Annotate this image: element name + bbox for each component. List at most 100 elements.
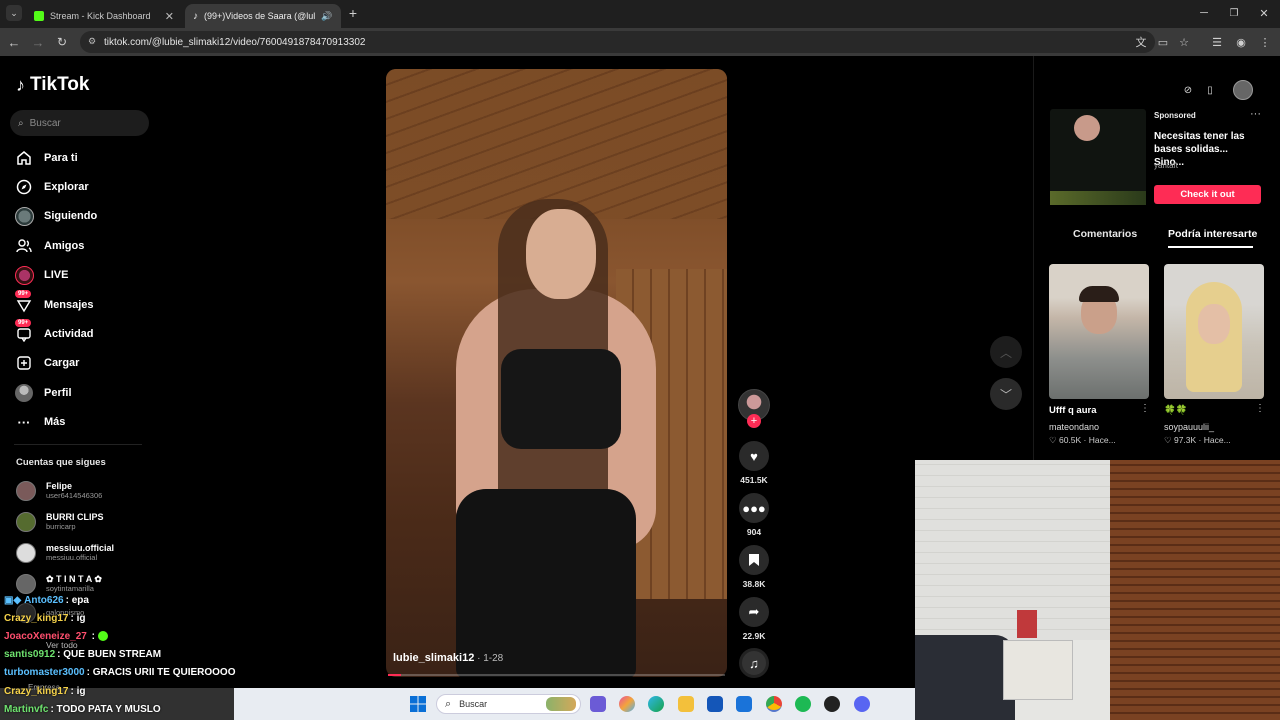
- device-icon[interactable]: ▯: [1200, 80, 1220, 100]
- nav-actividad[interactable]: 99+ Actividad: [14, 319, 94, 345]
- search-highlight-icon: [546, 697, 576, 711]
- account-name: messiuu.official: [46, 543, 115, 553]
- bookmark-star-icon[interactable]: ☆: [1176, 34, 1192, 50]
- video-progress-bar[interactable]: [388, 674, 725, 676]
- suggested-video-stats: ♡ 60.5K · Hace...: [1049, 435, 1116, 445]
- webcam-brick-wall: [915, 460, 1110, 640]
- previous-video-chevron-up-icon[interactable]: ︿: [990, 336, 1022, 368]
- like-action[interactable]: ♥ 451.5K: [738, 441, 770, 485]
- chrome-icon[interactable]: [766, 696, 782, 712]
- following-account[interactable]: ✿ T I N T A ✿ soytintamarilla: [16, 571, 102, 597]
- browser-tab-bar: ⌄ Stream - Kick Dashboard ✕ ♪ (99+)Video…: [0, 0, 1280, 28]
- suggested-video-user[interactable]: soypauuulii_: [1164, 422, 1214, 432]
- video-player[interactable]: [386, 69, 727, 677]
- compass-icon[interactable]: ⊘: [1178, 80, 1198, 100]
- webcam-picture-frame: [1017, 610, 1037, 638]
- profile-icon[interactable]: ◉: [1233, 34, 1249, 50]
- bookmark-icon[interactable]: [739, 545, 769, 575]
- search-input[interactable]: [29, 117, 130, 129]
- back-icon[interactable]: ←: [6, 34, 22, 50]
- minimize-window-icon[interactable]: ─: [1196, 5, 1212, 21]
- outlook-icon[interactable]: [736, 696, 752, 712]
- teams-icon[interactable]: [590, 696, 606, 712]
- comment-action[interactable]: ●●● 904: [738, 493, 770, 537]
- tab-kick-dashboard[interactable]: Stream - Kick Dashboard ✕: [26, 4, 182, 28]
- chat-username: santis0912: [4, 649, 56, 660]
- close-window-icon[interactable]: ✕: [1256, 5, 1272, 21]
- copilot-icon[interactable]: [619, 696, 635, 712]
- nav-label: Más: [44, 416, 66, 428]
- music-disc-icon[interactable]: ♫: [739, 648, 769, 678]
- taskbar-search[interactable]: ⌕ Buscar: [436, 694, 581, 714]
- tiktok-logo[interactable]: ♪ TikTok: [16, 74, 89, 96]
- nav-cargar[interactable]: Cargar: [14, 352, 79, 374]
- video-more-icon[interactable]: ⋮: [1255, 403, 1265, 414]
- suggested-video-title[interactable]: 🍀🍀: [1164, 405, 1188, 416]
- nav-explorar[interactable]: Explorar: [14, 176, 89, 198]
- suggested-video-thumbnail[interactable]: [1049, 264, 1149, 399]
- tab-tiktok-video[interactable]: ♪ (99+)Videos de Saara (@lul 🔊 ✕: [185, 4, 341, 28]
- spotify-icon[interactable]: [795, 696, 811, 712]
- tab-podria-interesarte[interactable]: Podría interesarte: [1168, 228, 1257, 240]
- nav-mensajes[interactable]: 99+ Mensajes: [14, 290, 94, 316]
- webcam-blinds: [1110, 460, 1280, 720]
- ad-thumbnail[interactable]: [1050, 109, 1146, 205]
- comment-icon[interactable]: ●●●: [739, 493, 769, 523]
- account-handle: user6414546306: [46, 491, 103, 500]
- nav-amigos[interactable]: Amigos: [14, 235, 84, 257]
- avatar: [16, 512, 36, 532]
- audio-playing-icon[interactable]: 🔊: [321, 11, 332, 22]
- following-account[interactable]: Felipe user6414546306: [16, 478, 102, 504]
- restore-window-icon[interactable]: ❐: [1226, 5, 1242, 21]
- nav-perfil[interactable]: Perfil: [14, 382, 72, 404]
- video-frame-skirt: [456, 489, 636, 677]
- search-box[interactable]: ⌕: [10, 110, 149, 136]
- nav-live[interactable]: LIVE: [14, 264, 68, 286]
- suggested-video-thumbnail[interactable]: [1164, 264, 1264, 399]
- video-caption[interactable]: lubie_slimaki12 · 1-28: [393, 652, 503, 664]
- ad-brand[interactable]: yaritaft: [1154, 161, 1178, 170]
- nav-siguiendo[interactable]: Siguiendo: [14, 205, 97, 227]
- new-tab-icon[interactable]: +: [345, 5, 361, 21]
- share-action[interactable]: ➦ 22.9K: [738, 597, 770, 641]
- store-icon[interactable]: [707, 696, 723, 712]
- discord-icon[interactable]: [854, 696, 870, 712]
- following-account[interactable]: messiuu.official messiuu.official: [16, 540, 114, 566]
- share-icon[interactable]: ➦: [739, 597, 769, 627]
- video-more-icon[interactable]: ⋮: [1140, 403, 1150, 414]
- following-section-title: Cuentas que sigues: [16, 457, 106, 468]
- forward-icon[interactable]: →: [30, 34, 46, 50]
- reload-icon[interactable]: ↻: [54, 34, 70, 50]
- save-action[interactable]: 38.8K: [738, 545, 770, 589]
- heart-icon[interactable]: ♥: [739, 441, 769, 471]
- site-info-icon[interactable]: ⚙: [88, 36, 96, 47]
- windows-start-icon[interactable]: [410, 696, 426, 712]
- user-avatar[interactable]: [1233, 80, 1253, 100]
- menu-icon[interactable]: ⋮: [1257, 34, 1273, 50]
- music-disc[interactable]: ♫: [738, 648, 770, 678]
- ad-more-icon[interactable]: ···: [1250, 108, 1261, 120]
- tab-comentarios[interactable]: Comentarios: [1073, 228, 1137, 240]
- following-account[interactable]: BURRI CLIPS burricarp: [16, 509, 104, 535]
- suggested-video-title[interactable]: Ufff q aura: [1049, 405, 1097, 416]
- tab-search-icon[interactable]: ⌄: [6, 5, 22, 21]
- nav-mas[interactable]: ··· Más: [14, 411, 66, 433]
- address-bar[interactable]: ⚙ tiktok.com/@lubie_slimaki12/video/7600…: [80, 31, 1155, 53]
- next-video-chevron-down-icon[interactable]: ﹀: [990, 378, 1022, 410]
- suggested-video-user[interactable]: mateondano: [1049, 422, 1099, 432]
- reading-list-icon[interactable]: ☰: [1209, 34, 1225, 50]
- follow-plus-icon[interactable]: +: [747, 414, 761, 428]
- nav-para-ti[interactable]: Para ti: [14, 147, 78, 169]
- nav-label: Mensajes: [44, 299, 94, 311]
- kick-favicon-icon: [34, 11, 44, 21]
- close-tab-icon[interactable]: ✕: [165, 10, 174, 23]
- translate-icon[interactable]: 文: [1133, 34, 1149, 50]
- edge-icon[interactable]: [648, 696, 664, 712]
- obs-icon[interactable]: [824, 696, 840, 712]
- cast-icon[interactable]: ▭: [1155, 34, 1171, 50]
- chat-message: santis0912: QUE BUEN STREAM: [4, 649, 161, 660]
- video-username[interactable]: lubie_slimaki12: [393, 652, 474, 664]
- check-it-out-button[interactable]: Check it out: [1154, 185, 1261, 204]
- url-text: tiktok.com/@lubie_slimaki12/video/760049…: [104, 36, 366, 48]
- file-explorer-icon[interactable]: [678, 696, 694, 712]
